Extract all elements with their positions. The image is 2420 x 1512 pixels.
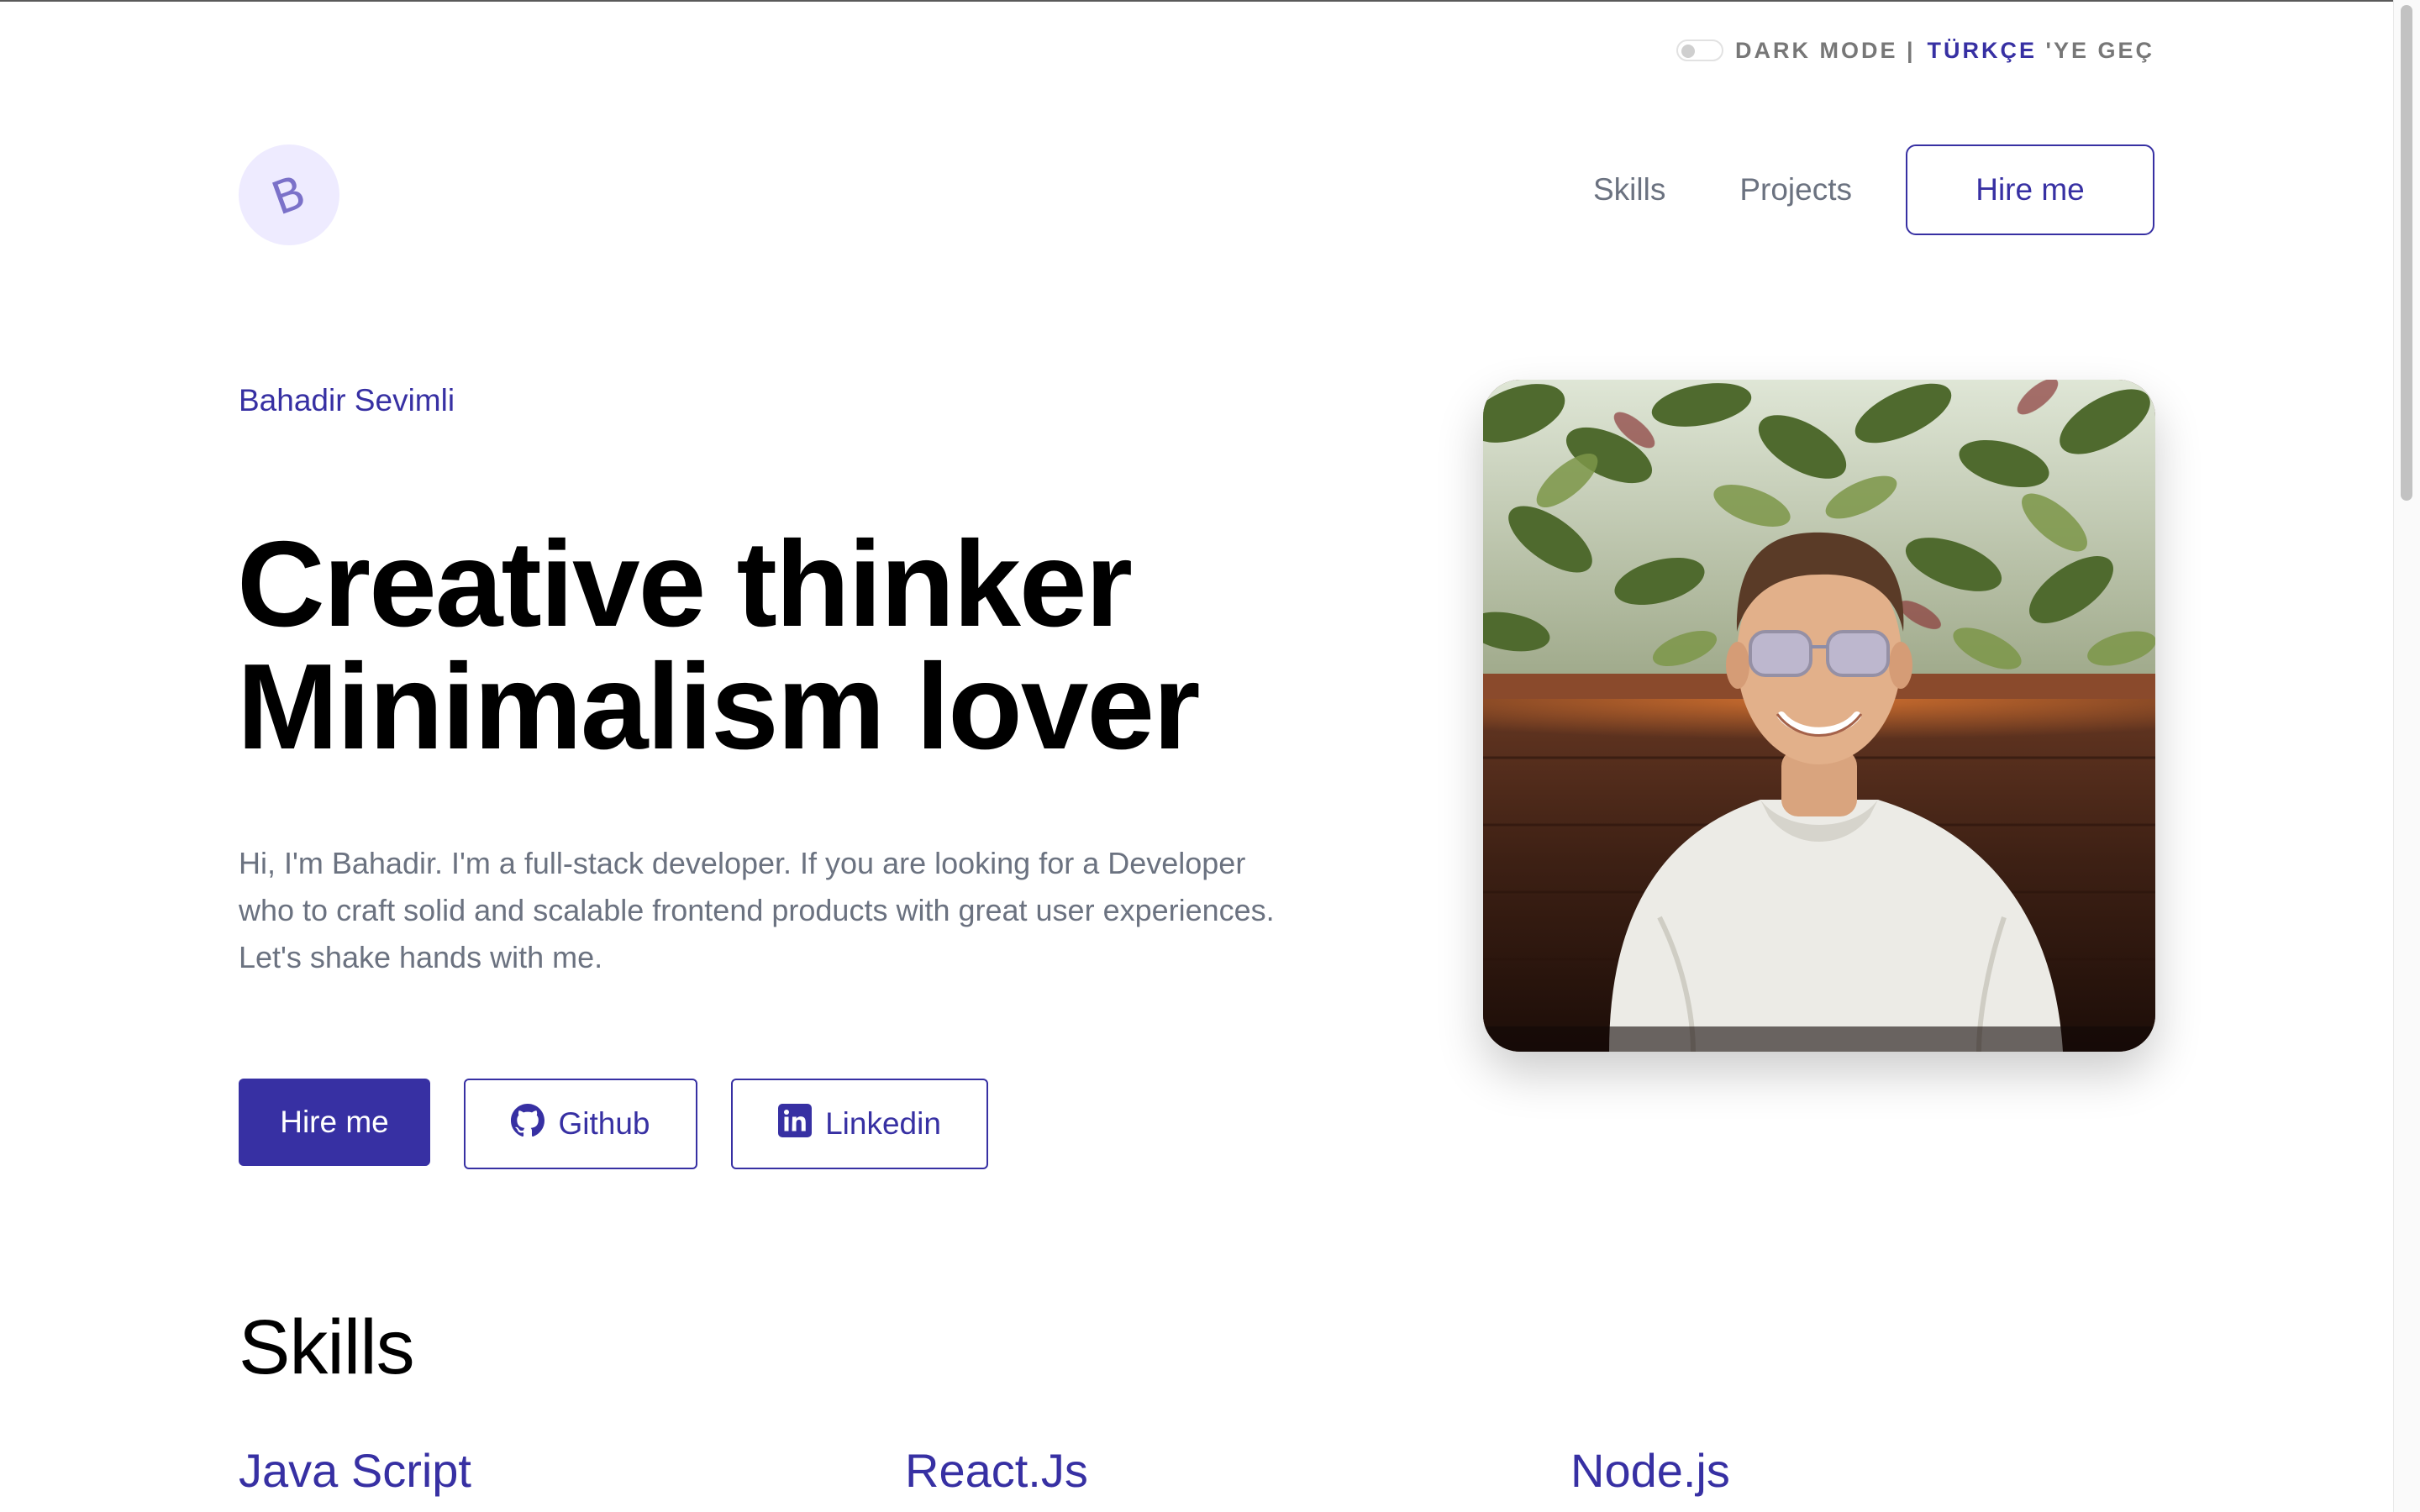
github-icon bbox=[511, 1103, 545, 1145]
nav-hire-button[interactable]: Hire me bbox=[1906, 144, 2154, 235]
hero-title-line-2: Minimalism lover bbox=[237, 638, 1201, 774]
language-switch-suffix: 'YE GEÇ bbox=[2045, 37, 2154, 63]
linkedin-icon bbox=[778, 1103, 813, 1145]
scrollbar-thumb[interactable] bbox=[2401, 5, 2412, 501]
skill-item: Node.js bbox=[1570, 1444, 1730, 1497]
hero-buttons: Hire me Github Linkedin bbox=[239, 1079, 988, 1169]
site-logo[interactable]: B bbox=[239, 144, 339, 245]
github-label: Github bbox=[558, 1106, 650, 1141]
linkedin-button[interactable]: Linkedin bbox=[731, 1079, 988, 1169]
dark-mode-toggle[interactable] bbox=[1676, 39, 1723, 61]
toggle-knob bbox=[1681, 45, 1695, 58]
nav-link-projects[interactable]: Projects bbox=[1739, 172, 1852, 207]
main-nav: Skills Projects Hire me bbox=[1593, 144, 2154, 235]
skill-item: React.Js bbox=[905, 1444, 1088, 1497]
linkedin-label: Linkedin bbox=[825, 1106, 941, 1141]
hero-title: Creative thinker Minimalism lover bbox=[237, 522, 1413, 768]
hire-me-label: Hire me bbox=[280, 1105, 389, 1139]
github-button[interactable]: Github bbox=[464, 1079, 697, 1169]
window-top-border bbox=[0, 0, 2420, 2]
skill-item: Java Script bbox=[239, 1444, 471, 1497]
language-switch[interactable]: TÜRKÇE 'YE GEÇ bbox=[1928, 38, 2154, 64]
hire-me-button[interactable]: Hire me bbox=[239, 1079, 430, 1166]
skills-heading: Skills bbox=[239, 1305, 415, 1390]
profile-photo bbox=[1483, 380, 2155, 1052]
nav-link-skills[interactable]: Skills bbox=[1593, 172, 1665, 207]
page-scrollbar[interactable] bbox=[2393, 0, 2420, 1512]
hero-title-line-1: Creative thinker bbox=[237, 516, 1133, 652]
utility-bar: DARK MODE | TÜRKÇE 'YE GEÇ bbox=[1676, 35, 2154, 66]
dark-mode-label: DARK MODE | bbox=[1734, 37, 1916, 63]
hero-name: Bahadir Sevimli bbox=[239, 383, 455, 417]
logo-letter: B bbox=[265, 165, 313, 225]
language-switch-highlight: TÜRKÇE bbox=[1927, 37, 2038, 63]
hero-intro: Hi, I'm Bahadir. I'm a full-stack develo… bbox=[239, 846, 1275, 974]
